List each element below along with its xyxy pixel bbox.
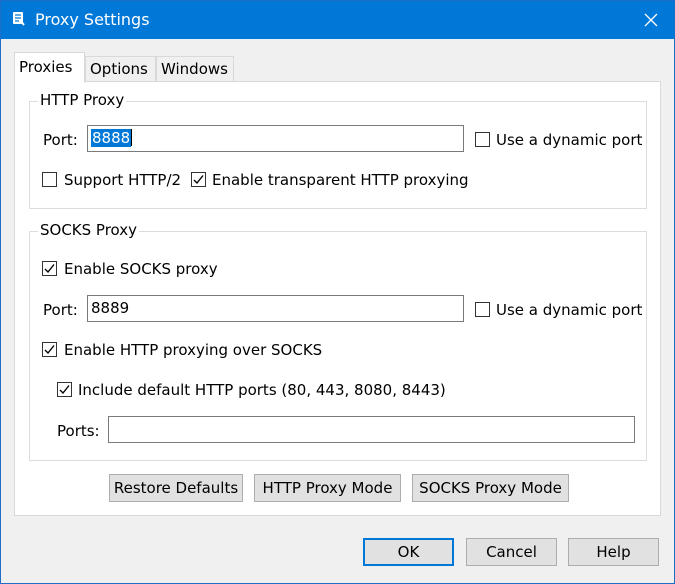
proxies-tab-panel: HTTP Proxy Port: 8888 Use a dynamic port…: [14, 81, 661, 516]
socks-proxy-mode-button[interactable]: SOCKS Proxy Mode: [412, 474, 569, 502]
ports-input[interactable]: [108, 416, 635, 443]
socks-port-input[interactable]: 8889: [87, 295, 464, 322]
http-proxy-mode-button[interactable]: HTTP Proxy Mode: [254, 474, 401, 502]
socks-dynamic-port-label[interactable]: Use a dynamic port: [496, 301, 642, 319]
window-title: Proxy Settings: [35, 10, 150, 29]
http-proxy-group: HTTP Proxy Port: 8888 Use a dynamic port…: [29, 91, 647, 209]
socks-proxy-group: SOCKS Proxy Enable SOCKS proxy Port: 888…: [29, 221, 647, 461]
checkmark-icon: [59, 385, 70, 395]
support-http2-checkbox[interactable]: [42, 172, 57, 187]
help-button[interactable]: Help: [568, 538, 659, 566]
enable-socks-label[interactable]: Enable SOCKS proxy: [64, 260, 218, 278]
support-http2-label[interactable]: Support HTTP/2: [64, 171, 181, 189]
restore-defaults-label: Restore Defaults: [113, 479, 239, 497]
socks-proxy-legend: SOCKS Proxy: [38, 221, 140, 239]
checkmark-icon: [193, 175, 204, 185]
transparent-proxying-label[interactable]: Enable transparent HTTP proxying: [212, 171, 469, 189]
cancel-button[interactable]: Cancel: [466, 538, 557, 566]
tab-options[interactable]: Options: [85, 56, 156, 82]
http-proxy-legend: HTTP Proxy: [38, 91, 127, 109]
ok-label: OK: [397, 543, 420, 561]
include-default-ports-checkbox[interactable]: [57, 382, 72, 397]
checkmark-icon: [44, 345, 55, 355]
close-icon: [644, 13, 658, 27]
checkmark-icon: [44, 264, 55, 274]
tab-proxies-label: Proxies: [19, 58, 73, 76]
help-label: Help: [596, 543, 631, 561]
http-port-value: 8888: [91, 129, 132, 147]
http-over-socks-checkbox[interactable]: [42, 342, 57, 357]
http-over-socks-label[interactable]: Enable HTTP proxying over SOCKS: [64, 341, 322, 359]
close-button[interactable]: [628, 1, 674, 39]
tab-options-label: Options: [90, 60, 148, 78]
http-port-label: Port:: [43, 131, 78, 149]
title-bar[interactable]: Proxy Settings: [1, 1, 674, 39]
restore-defaults-button[interactable]: Restore Defaults: [109, 474, 243, 502]
socks-port-value: 8889: [91, 299, 130, 317]
transparent-proxying-checkbox[interactable]: [191, 172, 206, 187]
tab-proxies[interactable]: Proxies: [14, 52, 85, 83]
socks-proxy-mode-label: SOCKS Proxy Mode: [419, 479, 562, 497]
include-default-ports-label[interactable]: Include default HTTP ports (80, 443, 808…: [78, 381, 446, 399]
http-dynamic-port-label[interactable]: Use a dynamic port: [496, 131, 642, 149]
enable-socks-checkbox[interactable]: [42, 261, 57, 276]
tab-windows-label: Windows: [161, 60, 228, 78]
ports-label: Ports:: [57, 422, 100, 440]
socks-dynamic-port-checkbox[interactable]: [475, 302, 490, 317]
http-port-input[interactable]: 8888: [87, 125, 464, 152]
ok-button[interactable]: OK: [363, 538, 454, 566]
tab-windows[interactable]: Windows: [156, 56, 234, 82]
fiddler-app-icon: [11, 11, 27, 27]
cancel-label: Cancel: [486, 543, 537, 561]
proxy-settings-dialog: Proxy Settings Proxies Options Windows H…: [0, 0, 675, 584]
socks-port-label: Port:: [43, 301, 78, 319]
http-dynamic-port-checkbox[interactable]: [475, 132, 490, 147]
http-proxy-mode-label: HTTP Proxy Mode: [262, 479, 393, 497]
